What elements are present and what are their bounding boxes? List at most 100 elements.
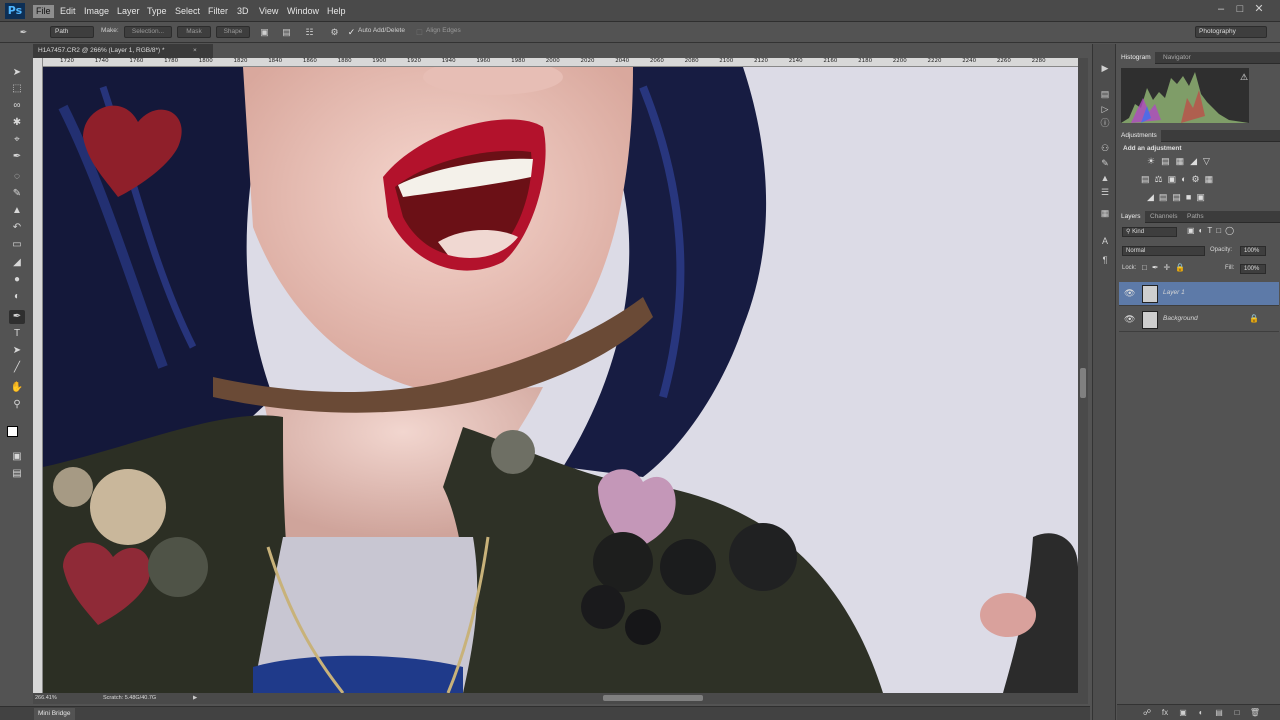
tab-adjustments[interactable]: Adjustments <box>1117 130 1161 142</box>
path-arrangement-icon[interactable]: ☷ <box>304 27 315 38</box>
new-group-icon[interactable]: ▤ <box>1213 708 1225 718</box>
zoom-tool-icon[interactable]: ⚲ <box>9 398 25 412</box>
hand-tool-icon[interactable]: ✋ <box>9 381 25 395</box>
gear-icon[interactable]: ⚙ <box>329 27 340 38</box>
menu-type[interactable]: Type <box>144 5 170 18</box>
paragraph-icon[interactable]: ¶ <box>1098 254 1112 267</box>
tab-channels[interactable]: Channels <box>1146 211 1181 223</box>
menu-file[interactable]: File <box>33 5 54 18</box>
pen-tool-icon[interactable]: ✒ <box>18 27 29 38</box>
menu-image[interactable]: Image <box>81 5 112 18</box>
mask-button[interactable]: Mask <box>177 26 211 38</box>
layer-filter-icons[interactable]: ▣◐T□◯ <box>1187 226 1238 235</box>
tab-navigator[interactable]: Navigator <box>1159 52 1195 64</box>
brush-panel-icon[interactable]: ✎ <box>1098 157 1112 170</box>
quick-selection-tool-icon[interactable]: ✱ <box>9 116 25 130</box>
tab-paths[interactable]: Paths <box>1183 211 1208 223</box>
lock-icons[interactable]: □✒✛🔒 <box>1142 263 1190 272</box>
lasso-tool-icon[interactable]: ∞ <box>9 99 25 113</box>
path-selection-tool-icon[interactable]: ➤ <box>9 344 25 358</box>
link-layers-icon[interactable]: ☍ <box>1141 708 1153 718</box>
history-icon[interactable]: ▤ <box>1098 88 1112 101</box>
minimize-icon[interactable]: – <box>1213 2 1229 16</box>
maximize-icon[interactable]: □ <box>1232 2 1248 16</box>
shape-button[interactable]: Shape <box>216 26 250 38</box>
screen-mode-icon[interactable]: ▤ <box>9 467 25 481</box>
close-icon[interactable]: ✕ <box>1251 2 1267 16</box>
path-operations-icon[interactable]: ▣ <box>259 27 270 38</box>
tab-layers[interactable]: Layers <box>1117 211 1145 223</box>
menu-layer[interactable]: Layer <box>114 5 143 18</box>
menu-view[interactable]: View <box>256 5 281 18</box>
swatches-icon[interactable]: ▦ <box>1098 207 1112 220</box>
move-tool-icon[interactable]: ➤ <box>9 66 25 80</box>
auto-add-delete-checkbox[interactable]: ✓ <box>346 27 357 38</box>
fx-icon[interactable]: fx <box>1159 708 1171 718</box>
document-canvas[interactable] <box>43 67 1078 693</box>
type-tool-icon[interactable]: T <box>9 327 25 341</box>
menu-3d[interactable]: 3D <box>234 5 252 18</box>
status-menu-icon[interactable]: ▶ <box>193 693 197 704</box>
brush-presets-icon[interactable]: ⚇ <box>1098 142 1112 155</box>
adjustment-icons-row1[interactable]: ☀▤▦◢▽ <box>1147 156 1216 167</box>
workspace-select[interactable]: Photography <box>1195 26 1267 38</box>
new-adjustment-icon[interactable]: ◐ <box>1195 708 1207 718</box>
crop-tool-icon[interactable]: ⌖ <box>9 133 25 147</box>
opacity-value[interactable]: 100% <box>1240 246 1266 256</box>
adjustment-icons-row3[interactable]: ◢▤▤■▣ <box>1147 192 1210 203</box>
path-mode-select[interactable]: Path <box>50 26 94 38</box>
trash-icon[interactable]: 🗑 <box>1249 708 1261 718</box>
layer-kind-filter[interactable]: ⚲ Kind <box>1122 227 1177 237</box>
eyedropper-tool-icon[interactable]: ✒ <box>9 150 25 164</box>
clone-stamp-tool-icon[interactable]: ▲ <box>9 204 25 218</box>
menu-window[interactable]: Window <box>284 5 322 18</box>
brush-tool-icon[interactable]: ✎ <box>9 187 25 201</box>
add-mask-icon[interactable]: ▣ <box>1177 708 1189 718</box>
align-edges-checkbox[interactable]: □ <box>414 27 425 38</box>
fill-value[interactable]: 100% <box>1240 264 1266 274</box>
healing-brush-tool-icon[interactable]: ◌ <box>9 170 25 184</box>
info-icon[interactable]: ⓘ <box>1098 117 1112 130</box>
character-icon[interactable]: A <box>1098 235 1112 248</box>
tab-histogram[interactable]: Histogram <box>1117 52 1155 64</box>
tool-presets-icon[interactable]: ☰ <box>1098 186 1112 199</box>
foreground-color-swatch[interactable] <box>7 426 18 437</box>
horizontal-scroll-thumb[interactable] <box>603 695 703 701</box>
close-tab-icon[interactable]: × <box>193 44 197 58</box>
selection-button[interactable]: Selection... <box>124 26 172 38</box>
menu-edit[interactable]: Edit <box>57 5 79 18</box>
new-layer-icon[interactable]: □ <box>1231 708 1243 718</box>
pen-tool-icon-active[interactable]: ✒ <box>9 310 25 324</box>
eraser-tool-icon[interactable]: ▭ <box>9 238 25 252</box>
history-brush-tool-icon[interactable]: ↶ <box>9 221 25 235</box>
vertical-scroll-thumb[interactable] <box>1080 368 1086 398</box>
actions-icon[interactable]: ▷ <box>1098 103 1112 116</box>
visibility-eye-icon[interactable]: 👁 <box>1124 314 1135 325</box>
layer-name[interactable]: Background <box>1163 315 1198 322</box>
menu-filter[interactable]: Filter <box>205 5 231 18</box>
blend-mode-select[interactable]: Normal <box>1122 246 1205 256</box>
marquee-tool-icon[interactable]: ⬚ <box>9 82 25 96</box>
toolbox: ➤ ⬚ ∞ ✱ ⌖ ✒ ◌ ✎ ▲ ↶ ▭ ◢ ● ◐ ✒ T ➤ ╱ ✋ ⚲ … <box>0 60 33 500</box>
quick-mask-icon[interactable]: ▣ <box>9 450 25 464</box>
vertical-scrollbar[interactable] <box>1078 58 1088 693</box>
menu-help[interactable]: Help <box>324 5 349 18</box>
blur-tool-icon[interactable]: ● <box>9 273 25 287</box>
mini-bridge-tab[interactable]: Mini Bridge <box>34 708 75 720</box>
zoom-level[interactable]: 266.41% <box>35 693 57 704</box>
clone-source-icon[interactable]: ▲ <box>1098 172 1112 185</box>
menu-select[interactable]: Select <box>172 5 203 18</box>
gradient-tool-icon[interactable]: ◢ <box>9 256 25 270</box>
document-tab[interactable]: H1A7457.CR2 @ 266% (Layer 1, RGB/8*) * × <box>33 44 213 58</box>
horizontal-scrollbar[interactable] <box>33 693 1088 704</box>
layer-row[interactable]: 👁 Background 🔒 <box>1119 308 1279 332</box>
adjustment-icons-row2[interactable]: ▤⚖▣◐⚙▦ <box>1141 174 1218 185</box>
dodge-tool-icon[interactable]: ◐ <box>9 290 25 304</box>
layer-name[interactable]: Layer 1 <box>1163 289 1185 296</box>
path-alignment-icon[interactable]: ▤ <box>281 27 292 38</box>
layer-row[interactable]: 👁 Layer 1 <box>1119 282 1279 306</box>
visibility-eye-icon[interactable]: 👁 <box>1124 288 1135 299</box>
warning-icon[interactable]: ⚠ <box>1240 72 1248 83</box>
line-tool-icon[interactable]: ╱ <box>9 361 25 375</box>
play-icon[interactable]: ▶ <box>1098 62 1112 75</box>
